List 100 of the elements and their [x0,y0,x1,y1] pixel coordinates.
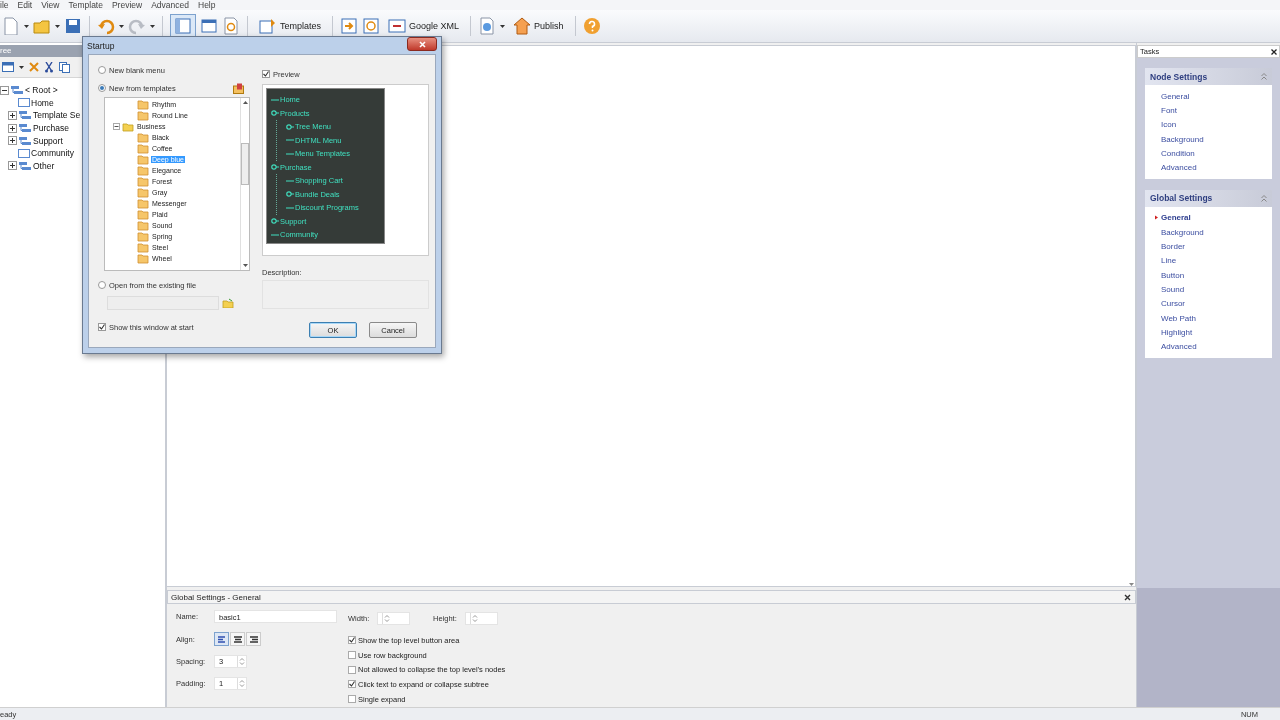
collapse-chevron-icon[interactable] [1261,73,1267,80]
checkbox[interactable] [348,680,356,689]
check-icon [349,637,355,644]
scroll-thumb[interactable] [241,143,249,185]
template-folder-icon[interactable] [233,82,244,94]
task-link[interactable]: Cursor [1161,299,1185,309]
task-link[interactable]: Background [1161,134,1204,144]
tree-item[interactable]: Other [33,160,55,171]
radio-button[interactable] [98,84,106,92]
templates-button[interactable]: Templates [255,14,326,38]
publish-button[interactable]: Publish [509,14,568,38]
task-link[interactable]: General [1161,91,1190,101]
folder-tree-icon [18,110,32,121]
task-link[interactable]: Button [1161,270,1185,280]
tree-item[interactable]: Purchase [33,123,69,134]
checkbox[interactable] [348,665,356,674]
menu-item[interactable]: View [37,0,65,10]
expand-icon[interactable] [8,161,17,171]
task-link[interactable]: Font [1161,105,1177,115]
template-icon [137,143,149,154]
layout-button[interactable] [170,14,196,38]
menu-item[interactable]: ile [0,0,14,10]
menu-item[interactable]: Template [64,0,108,10]
scroll-down-icon[interactable] [242,264,248,267]
checkbox[interactable] [348,636,356,645]
menu-item[interactable]: Preview [107,0,148,10]
tree-item[interactable]: Support [33,135,63,146]
checkbox[interactable] [348,651,356,660]
template-icon [137,165,149,176]
section-header[interactable]: Node Settings [1145,68,1272,85]
task-link[interactable]: Web Path [1161,313,1196,323]
align-icon [248,634,259,644]
panel-title: Global Settings - General [171,592,261,602]
task-link[interactable]: Border [1161,242,1185,251]
branch-line-icon [286,204,294,211]
task-link[interactable]: Advanced [1161,342,1197,352]
caret-icon[interactable] [500,24,506,28]
caret-icon[interactable] [150,24,155,28]
import-icon[interactable] [340,17,359,35]
caret-icon[interactable] [24,24,29,28]
refresh-icon[interactable] [222,17,240,35]
align-center-button[interactable] [230,632,245,646]
collapse-icon[interactable] [113,123,120,130]
radio-button[interactable] [98,281,106,289]
task-link[interactable]: Icon [1161,120,1177,130]
folder-tree-icon [10,85,24,96]
collapse-chevron-icon[interactable] [1261,194,1267,202]
menu-item[interactable]: Advanced [147,0,194,10]
node-bullet-icon [271,110,279,117]
page-icon [18,98,30,108]
task-link[interactable]: General [1161,213,1191,223]
align-icon [216,634,227,644]
folder-tree-icon [18,160,32,171]
section-title: Global Settings [1150,193,1213,204]
node-bullet-icon [271,164,279,171]
scissors-icon[interactable] [44,61,54,73]
google-xml-button[interactable]: Google XML [384,14,464,38]
node-bullet-icon [286,191,294,198]
task-link[interactable]: Line [1161,256,1177,266]
section-header[interactable]: Global Settings [1145,189,1272,207]
export-icon[interactable] [362,17,381,35]
menu-item[interactable]: Help [194,0,221,10]
task-link[interactable]: Background [1161,227,1204,237]
expand-icon[interactable] [8,123,17,133]
scroll-up-icon[interactable] [242,101,248,104]
align-left-button[interactable] [214,632,229,646]
caret-icon[interactable] [19,65,24,69]
task-link[interactable]: Condition [1161,148,1195,158]
task-link[interactable]: Sound [1161,284,1185,294]
expand-icon[interactable] [8,136,17,146]
close-button[interactable] [407,37,437,51]
check-icon [99,324,105,330]
menu-item[interactable]: Edit [13,0,38,10]
window-icon[interactable] [200,17,218,35]
close-icon[interactable] [1271,48,1277,55]
copy-icon[interactable] [59,61,70,73]
task-link[interactable]: Advanced [1161,163,1197,173]
save-icon[interactable] [64,17,82,35]
collapse-icon[interactable] [0,85,9,95]
window-icon[interactable] [2,62,14,72]
template-icon [137,132,149,143]
bullet-icon [1154,215,1159,221]
checkbox[interactable] [98,323,106,331]
checkbox[interactable] [262,70,270,78]
branch-line-icon [286,150,294,157]
folder-tree-icon [18,123,32,134]
caret-icon[interactable] [119,24,124,28]
expand-icon[interactable] [8,111,17,120]
layout-icon [174,17,192,35]
task-link[interactable]: Highlight [1161,327,1193,337]
tree-item[interactable]: < Root > [25,85,58,96]
align-right-button[interactable] [246,632,261,646]
caret-icon[interactable] [55,24,60,28]
checkbox[interactable] [348,695,356,704]
tree-item[interactable]: Home [31,97,54,108]
align-icon [232,634,243,644]
close-icon[interactable] [1124,593,1131,601]
tree-item[interactable]: Community [31,148,74,159]
tree-item[interactable]: Template Se [33,110,81,121]
radio-button[interactable] [98,66,106,74]
